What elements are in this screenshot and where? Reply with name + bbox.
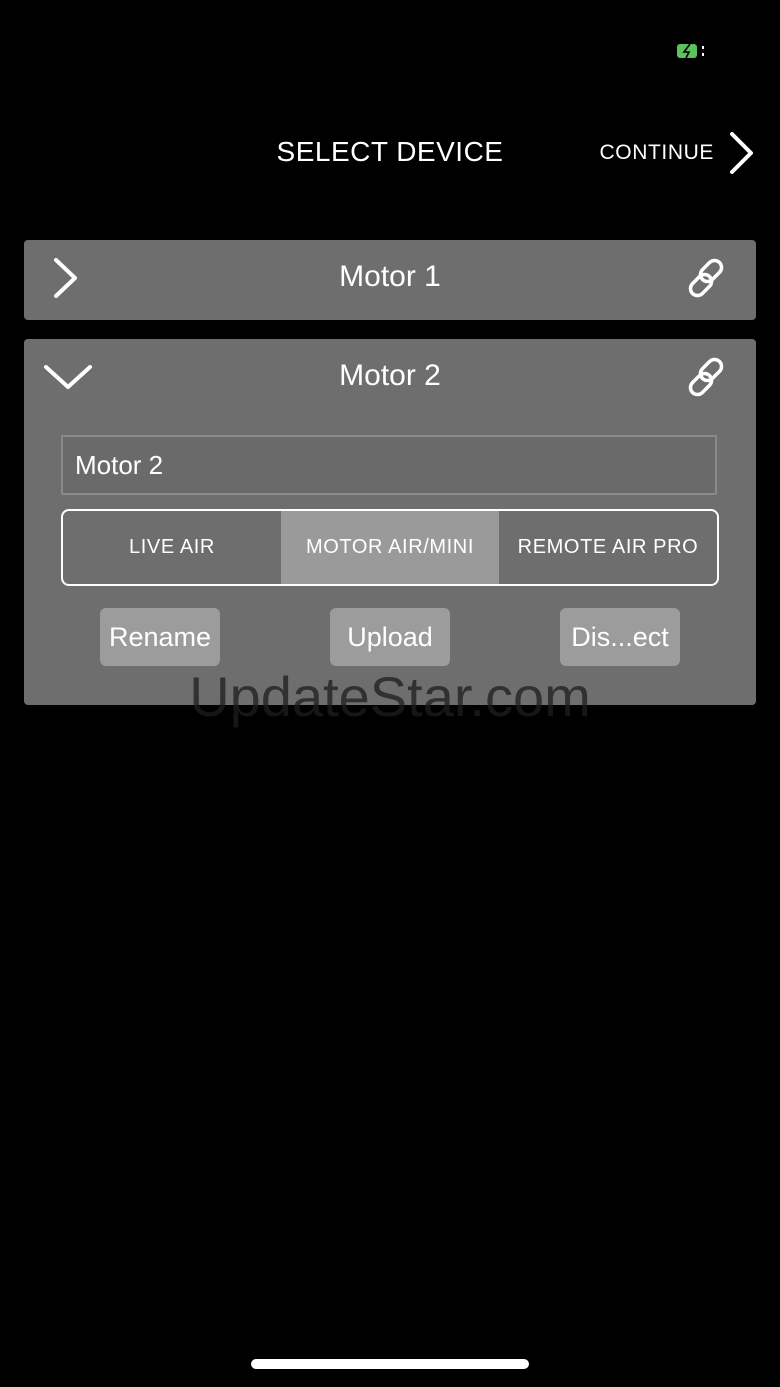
device-name: Motor 2	[339, 359, 441, 392]
upload-button[interactable]: Upload	[330, 608, 450, 666]
device-card-motor-1: Motor 1	[24, 240, 756, 320]
device-name-input[interactable]	[61, 435, 717, 495]
continue-label: CONTINUE	[599, 141, 714, 164]
continue-button[interactable]: CONTINUE	[600, 128, 756, 178]
disconnect-button[interactable]: Dis...ect	[560, 608, 680, 666]
device-card-header[interactable]: Motor 1	[24, 240, 756, 320]
header: SELECT DEVICE CONTINUE	[0, 110, 780, 196]
status-bar	[0, 0, 780, 100]
link-icon[interactable]	[684, 256, 728, 300]
segment-live-air[interactable]: LIVE AIR	[63, 511, 281, 584]
segment-remote-air-pro[interactable]: REMOTE AIR PRO	[499, 511, 717, 584]
chevron-right-icon	[730, 132, 753, 174]
rename-button[interactable]: Rename	[100, 608, 220, 666]
link-icon[interactable]	[684, 355, 728, 399]
device-name: Motor 1	[339, 260, 441, 293]
device-type-segmented-control: LIVE AIR MOTOR AIR/MINI REMOTE AIR PRO	[61, 509, 719, 586]
segment-motor-air-mini[interactable]: MOTOR AIR/MINI	[281, 511, 499, 584]
device-card-motor-2: Motor 2 LIVE AIR MOTOR AIR/MINI REMOTE A…	[24, 339, 756, 705]
home-indicator[interactable]	[251, 1359, 529, 1369]
battery-charging-icon	[677, 43, 704, 59]
device-card-header[interactable]: Motor 2	[24, 339, 756, 419]
